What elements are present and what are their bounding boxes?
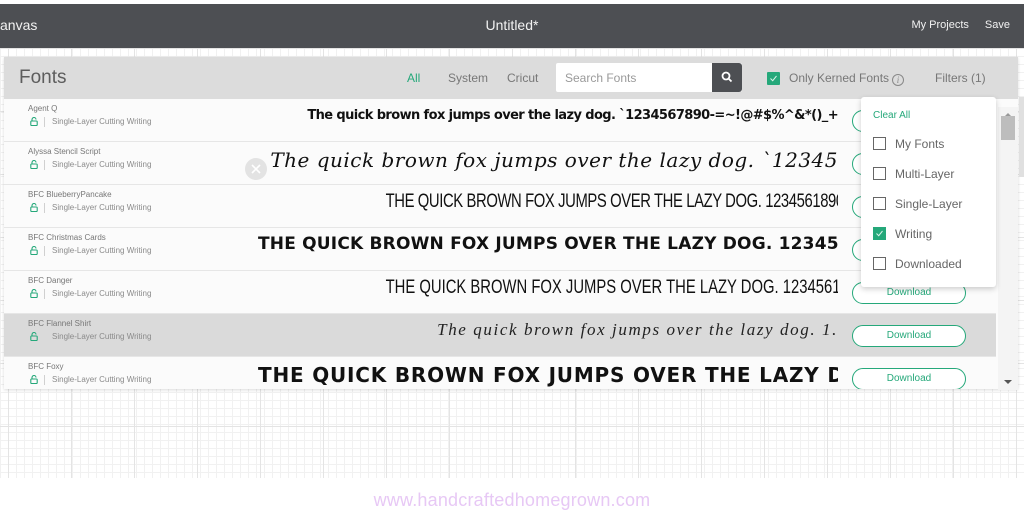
font-type: Single-Layer Cutting Writing bbox=[52, 289, 152, 298]
checkbox-checked[interactable] bbox=[873, 227, 886, 240]
my-projects-link[interactable]: My Projects bbox=[911, 19, 968, 31]
clear-all-button[interactable]: Clear All bbox=[873, 110, 910, 121]
font-preview: THE QUICK BROWN FOX JUMPS OVER THE LAZY … bbox=[258, 363, 838, 387]
filters-dropdown: Clear All My Fonts Multi-Layer Single-La… bbox=[861, 97, 996, 287]
unlock-icon bbox=[30, 375, 38, 384]
only-kerned-checkbox[interactable] bbox=[767, 72, 780, 85]
font-type: Single-Layer Cutting Writing bbox=[52, 160, 152, 169]
font-row[interactable]: BFC BlueberryPancake Single-Layer Cuttin… bbox=[4, 185, 996, 228]
tab-all[interactable]: All bbox=[407, 71, 420, 85]
tab-cricut[interactable]: Cricut bbox=[507, 71, 538, 85]
checkbox[interactable] bbox=[873, 197, 886, 210]
filter-label: My Fonts bbox=[895, 137, 945, 151]
font-name: BFC Foxy bbox=[28, 362, 64, 371]
filter-label: Multi-Layer bbox=[895, 167, 955, 181]
save-button[interactable]: Save bbox=[985, 19, 1010, 31]
page-scrollbar[interactable] bbox=[1019, 97, 1024, 177]
font-preview: THE QUICK BROWN FOX JUMPS OVER THE LAZY … bbox=[385, 191, 838, 212]
checkbox[interactable] bbox=[873, 137, 886, 150]
font-type: Single-Layer Cutting Writing bbox=[52, 332, 152, 341]
search-button[interactable] bbox=[712, 63, 742, 92]
font-preview: The quick brown fox jumps over the lazy … bbox=[307, 108, 838, 123]
font-row[interactable]: Agent Q Single-Layer Cutting Writing The… bbox=[4, 99, 996, 142]
font-name: BFC Christmas Cards bbox=[28, 233, 106, 242]
only-kerned-text: Only Kerned Fonts bbox=[789, 71, 890, 85]
top-bar-actions: My Projects Save bbox=[911, 19, 1010, 31]
checkbox[interactable] bbox=[873, 257, 886, 270]
divider bbox=[44, 375, 45, 385]
font-row[interactable]: BFC Danger Single-Layer Cutting Writing … bbox=[4, 271, 996, 314]
unlock-icon bbox=[30, 246, 38, 255]
unlock-icon bbox=[30, 203, 38, 212]
unlock-icon bbox=[30, 117, 38, 126]
project-title: Untitled* bbox=[485, 17, 539, 33]
divider bbox=[44, 117, 45, 127]
scroll-thumb[interactable] bbox=[1001, 116, 1015, 140]
download-button[interactable]: Download bbox=[852, 325, 966, 347]
filter-option-multi-layer[interactable]: Multi-Layer bbox=[873, 167, 991, 183]
font-row[interactable]: BFC Foxy Single-Layer Cutting Writing TH… bbox=[4, 357, 996, 389]
font-list-scrollbar[interactable] bbox=[998, 107, 1018, 390]
download-button[interactable]: Download bbox=[852, 368, 966, 389]
unlock-icon bbox=[30, 289, 38, 298]
only-kerned-label: Only Kerned Fonts i bbox=[789, 71, 905, 86]
filter-option-my-fonts[interactable]: My Fonts bbox=[873, 137, 991, 153]
font-row-selected[interactable]: BFC Flannel Shirt Single-Layer Cutting W… bbox=[4, 314, 996, 357]
close-circle-icon bbox=[245, 158, 267, 180]
filters-button[interactable]: Filters (1) bbox=[935, 71, 986, 85]
divider bbox=[44, 160, 45, 170]
unlock-icon bbox=[30, 160, 38, 169]
search-icon bbox=[721, 71, 733, 83]
filter-option-writing[interactable]: Writing bbox=[873, 227, 991, 243]
divider bbox=[44, 203, 45, 213]
font-preview: The quick brown fox jumps over the lazy … bbox=[437, 320, 838, 339]
search-placeholder: Search Fonts bbox=[565, 71, 637, 85]
top-bar: anvas Untitled* My Projects Save bbox=[0, 4, 1024, 48]
watermark-text: www.handcraftedhomegrown.com bbox=[373, 490, 651, 510]
fonts-panel-header: Fonts All System Cricut Search Fonts Onl… bbox=[4, 57, 1018, 99]
font-name: Alyssa Stencil Script bbox=[28, 147, 101, 156]
font-list: Agent Q Single-Layer Cutting Writing The… bbox=[4, 99, 996, 389]
filter-label: Writing bbox=[895, 227, 933, 241]
filter-label: Single-Layer bbox=[895, 197, 963, 211]
font-name: Agent Q bbox=[28, 104, 58, 113]
panel-title: Fonts bbox=[19, 67, 67, 88]
font-row[interactable]: BFC Christmas Cards Single-Layer Cutting… bbox=[4, 228, 996, 271]
font-preview: THE QUICK BROWN FOX JUMPS OVER THE LAZY … bbox=[258, 234, 838, 254]
font-type: Single-Layer Cutting Writing bbox=[52, 117, 152, 126]
filter-label: Downloaded bbox=[895, 257, 962, 271]
scroll-down-arrow-icon[interactable] bbox=[1004, 380, 1012, 384]
checkbox[interactable] bbox=[873, 167, 886, 180]
font-row[interactable]: Alyssa Stencil Script Single-Layer Cutti… bbox=[4, 142, 996, 185]
info-icon[interactable]: i bbox=[892, 74, 905, 86]
font-name: BFC Danger bbox=[28, 276, 73, 285]
checkmark-icon bbox=[876, 230, 883, 237]
unlock-icon bbox=[30, 332, 38, 341]
filter-option-downloaded[interactable]: Downloaded bbox=[873, 257, 991, 273]
divider bbox=[44, 289, 45, 299]
font-type: Single-Layer Cutting Writing bbox=[52, 375, 152, 384]
font-preview: The quick brown fox jumps over the lazy … bbox=[270, 148, 838, 172]
font-preview: THE QUICK BROWN FOX JUMPS OVER THE LAZY … bbox=[385, 277, 838, 298]
font-type: Single-Layer Cutting Writing bbox=[52, 203, 152, 212]
font-name: BFC BlueberryPancake bbox=[28, 190, 112, 199]
font-type: Single-Layer Cutting Writing bbox=[52, 246, 152, 255]
tab-system[interactable]: System bbox=[448, 71, 488, 85]
divider bbox=[44, 246, 45, 256]
checkmark-icon bbox=[770, 75, 777, 82]
filter-option-single-layer[interactable]: Single-Layer bbox=[873, 197, 991, 213]
font-name: BFC Flannel Shirt bbox=[28, 319, 92, 328]
